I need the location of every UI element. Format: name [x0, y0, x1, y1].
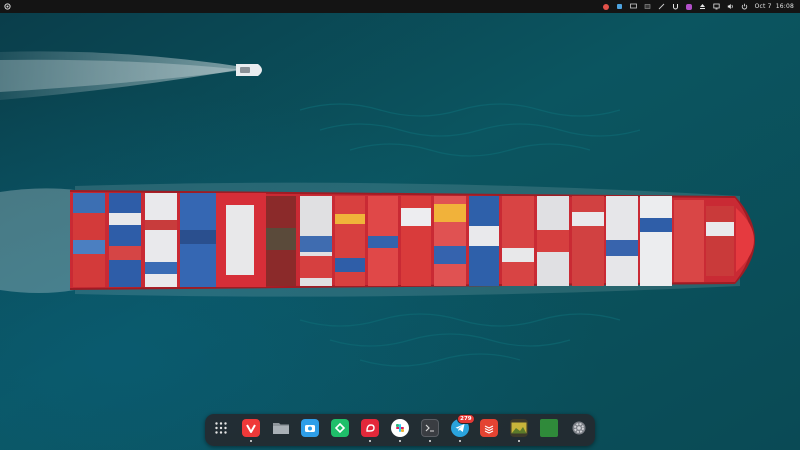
gear-icon — [570, 419, 588, 437]
clock-date: Oct 7 — [754, 3, 772, 10]
running-indicator — [458, 440, 461, 442]
clipboard-icon[interactable] — [658, 3, 665, 10]
running-indicator — [249, 440, 252, 442]
dock-item-todoist[interactable] — [478, 417, 500, 443]
terminal-icon — [420, 419, 439, 437]
telegram-icon: 279 — [450, 414, 475, 437]
dock-item-green-app[interactable] — [538, 417, 560, 443]
running-indicator — [428, 440, 431, 442]
dock-item-settings[interactable] — [568, 417, 590, 443]
desktop-wallpaper — [0, 0, 800, 450]
display-icon[interactable] — [712, 3, 720, 10]
running-indicator — [398, 440, 401, 442]
grid-icon — [212, 419, 230, 437]
eject-icon[interactable] — [699, 3, 706, 10]
app-indicator-icon[interactable] — [685, 3, 692, 10]
notification-badge: 279 — [457, 414, 475, 424]
green-square-icon — [540, 419, 559, 437]
dock: 279 — [205, 414, 595, 446]
dock-item-slack[interactable] — [389, 417, 411, 443]
todoist-icon — [480, 419, 499, 437]
dock-item-sync[interactable] — [329, 417, 351, 443]
system-tray: Oct 7 16:08 — [602, 0, 800, 13]
folder-icon — [272, 419, 290, 437]
dock-item-terminal[interactable] — [419, 417, 441, 443]
top-panel: Oct 7 16:08 — [0, 0, 800, 13]
stacked-app-icon[interactable] — [616, 3, 623, 10]
running-indicator — [369, 440, 372, 442]
dock-item-show-apps[interactable] — [210, 417, 232, 443]
camera-icon — [301, 419, 320, 437]
image-viewer-icon — [510, 419, 529, 437]
color-picker-icon[interactable] — [602, 3, 609, 10]
running-indicator — [518, 440, 521, 442]
vivaldi-icon — [241, 419, 260, 437]
dock-item-vivaldi[interactable] — [240, 417, 262, 443]
red-app-icon — [361, 419, 380, 437]
magnet-icon[interactable] — [672, 3, 679, 10]
dock-item-image-viewer[interactable] — [508, 417, 530, 443]
dock-item-red-app[interactable] — [359, 417, 381, 443]
clock[interactable]: Oct 7 16:08 — [755, 3, 794, 10]
screen-icon[interactable] — [629, 3, 637, 10]
window-icon[interactable] — [644, 3, 651, 10]
volume-icon[interactable] — [727, 3, 734, 10]
slack-icon — [390, 419, 409, 437]
power-icon[interactable] — [741, 3, 748, 10]
sync-icon — [331, 419, 350, 437]
activities-icon[interactable] — [4, 3, 11, 10]
clock-time: 16:08 — [775, 3, 794, 10]
dock-item-telegram[interactable]: 279 — [449, 414, 475, 443]
dock-item-files[interactable] — [270, 417, 292, 443]
dock-item-camera[interactable] — [299, 417, 321, 443]
